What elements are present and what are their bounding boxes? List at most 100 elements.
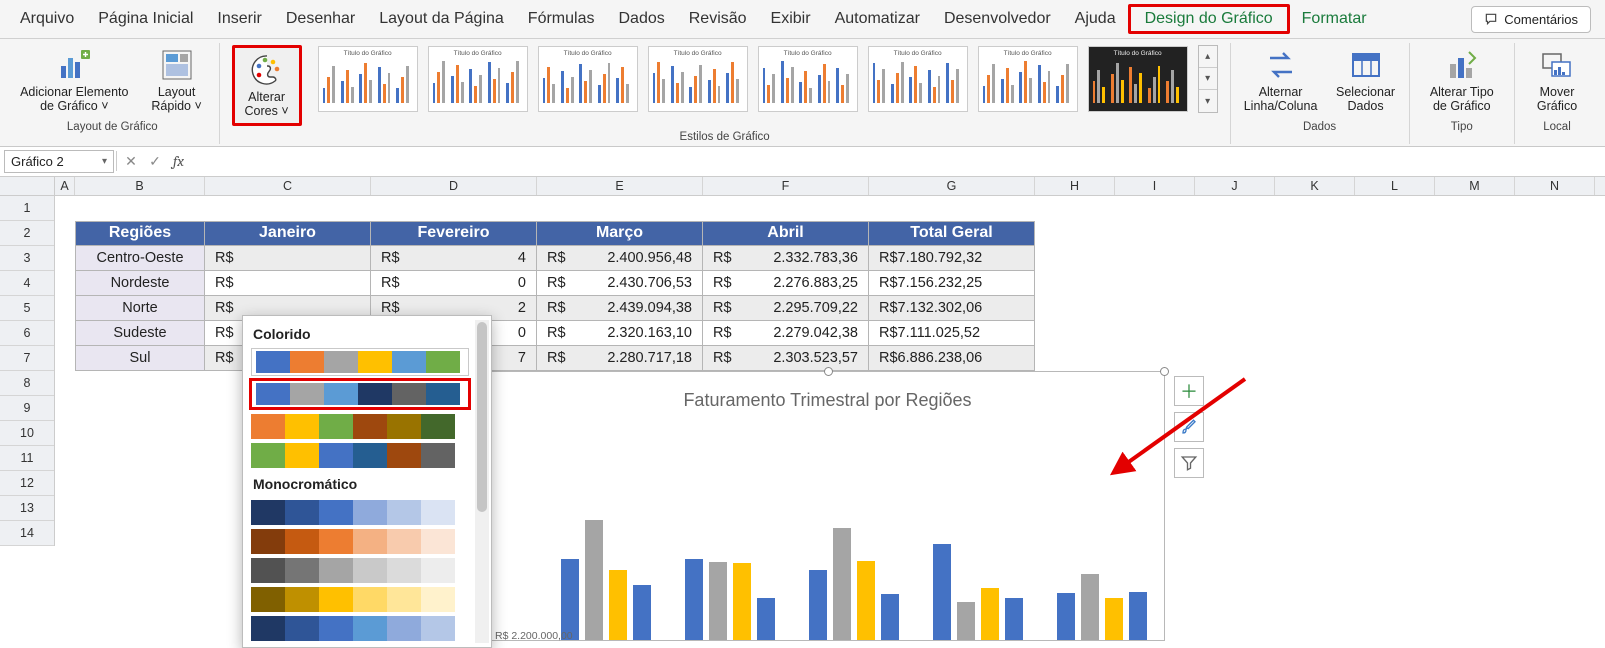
color-swatch[interactable] xyxy=(421,529,455,554)
name-box[interactable]: Gráfico 2 xyxy=(4,150,114,173)
styles-scroll[interactable]: ▴ ▾ ▾ xyxy=(1198,45,1218,113)
chart-bar[interactable] xyxy=(609,570,627,640)
color-swatch[interactable] xyxy=(421,500,455,525)
color-swatch[interactable] xyxy=(353,529,387,554)
color-swatch[interactable] xyxy=(392,351,426,373)
tab-layout-pagina[interactable]: Layout da Página xyxy=(367,4,516,34)
color-swatch[interactable] xyxy=(324,351,358,373)
color-swatch[interactable] xyxy=(319,587,353,612)
row-header-2[interactable]: 2 xyxy=(0,221,54,246)
table-cell[interactable]: R$2.332.783,36 xyxy=(703,246,869,271)
palette-row[interactable] xyxy=(247,441,487,470)
chart-style-4[interactable]: Título do Gráfico xyxy=(648,46,748,112)
chart-filter-button[interactable] xyxy=(1174,448,1204,478)
change-colors-button[interactable]: Alterar Cores ˅ xyxy=(237,50,297,121)
col-header-G[interactable]: G xyxy=(869,177,1035,195)
embedded-chart[interactable]: Faturamento Trimestral por Regiões R$ 2.… xyxy=(490,371,1165,641)
color-swatch[interactable] xyxy=(387,443,421,468)
color-swatch[interactable] xyxy=(387,500,421,525)
chart-bar[interactable] xyxy=(733,563,751,640)
color-swatch[interactable] xyxy=(290,351,324,373)
palette-row[interactable] xyxy=(247,585,487,614)
palette-row[interactable] xyxy=(247,527,487,556)
chart-bar[interactable] xyxy=(1005,598,1023,640)
add-chart-element-button[interactable]: Adicionar Elemento de Gráfico ˅ xyxy=(18,45,131,116)
palette-row[interactable] xyxy=(247,614,487,643)
color-swatch[interactable] xyxy=(358,351,392,373)
styles-scroll-up[interactable]: ▴ xyxy=(1199,46,1217,68)
row-header-14[interactable]: 14 xyxy=(0,521,54,546)
color-swatch[interactable] xyxy=(251,443,285,468)
chart-bar[interactable] xyxy=(857,561,875,640)
col-header-B[interactable]: B xyxy=(75,177,205,195)
color-swatch[interactable] xyxy=(251,616,285,641)
row-header-5[interactable]: 5 xyxy=(0,296,54,321)
palette-row[interactable] xyxy=(247,412,487,441)
row-header-4[interactable]: 4 xyxy=(0,271,54,296)
chart-bar[interactable] xyxy=(981,588,999,639)
table-cell[interactable]: R$2.303.523,57 xyxy=(703,346,869,371)
row-header-1[interactable]: 1 xyxy=(0,196,54,221)
chart-handle-tr[interactable] xyxy=(1160,367,1169,376)
table-cell[interactable]: R$7.180.792,32 xyxy=(869,246,1035,271)
col-header-K[interactable]: K xyxy=(1275,177,1355,195)
table-cell[interactable]: R$7.132.302,06 xyxy=(869,296,1035,321)
col-header-E[interactable]: E xyxy=(537,177,703,195)
tab-desenhar[interactable]: Desenhar xyxy=(274,4,367,34)
color-swatch[interactable] xyxy=(387,529,421,554)
color-swatch[interactable] xyxy=(256,351,290,373)
color-swatch[interactable] xyxy=(421,616,455,641)
color-swatch[interactable] xyxy=(421,414,455,439)
color-swatch[interactable] xyxy=(392,383,426,405)
tab-dados[interactable]: Dados xyxy=(606,4,676,34)
tab-arquivo[interactable]: Arquivo xyxy=(8,4,86,34)
palette-row[interactable] xyxy=(247,498,487,527)
change-chart-type-button[interactable]: Alterar Tipo de Gráfico xyxy=(1422,45,1502,116)
color-swatch[interactable] xyxy=(421,558,455,583)
row-header-6[interactable]: 6 xyxy=(0,321,54,346)
table-cell[interactable]: R$2.276.883,25 xyxy=(703,271,869,296)
col-header-C[interactable]: C xyxy=(205,177,371,195)
table-cell-region[interactable]: Sul xyxy=(75,346,205,371)
row-header-12[interactable]: 12 xyxy=(0,471,54,496)
color-swatch[interactable] xyxy=(319,616,353,641)
col-header-A[interactable]: A xyxy=(55,177,75,195)
table-cell[interactable]: R$6.886.238,06 xyxy=(869,346,1035,371)
table-cell[interactable]: R$7.111.025,52 xyxy=(869,321,1035,346)
chart-plot-area[interactable] xyxy=(561,442,1154,640)
chart-style-8[interactable]: Título do Gráfico xyxy=(1088,46,1188,112)
chart-brush-button[interactable] xyxy=(1174,412,1204,442)
row-header-10[interactable]: 10 xyxy=(0,421,54,446)
switch-row-column-button[interactable]: Alternar Linha/Coluna xyxy=(1243,45,1319,116)
color-swatch[interactable] xyxy=(319,414,353,439)
col-header-L[interactable]: L xyxy=(1355,177,1435,195)
styles-scroll-down[interactable]: ▾ xyxy=(1199,68,1217,90)
tab-formulas[interactable]: Fórmulas xyxy=(516,4,607,34)
color-swatch[interactable] xyxy=(251,558,285,583)
color-swatch[interactable] xyxy=(319,500,353,525)
confirm-formula-button[interactable]: ✓ xyxy=(143,153,167,170)
chart-style-7[interactable]: Título do Gráfico xyxy=(978,46,1078,112)
color-swatch[interactable] xyxy=(290,383,324,405)
table-cell[interactable]: R$4 xyxy=(371,246,537,271)
col-header-F[interactable]: F xyxy=(703,177,869,195)
chart-handle-top[interactable] xyxy=(824,367,833,376)
select-data-button[interactable]: Selecionar Dados xyxy=(1335,45,1397,116)
color-swatch[interactable] xyxy=(387,587,421,612)
color-swatch[interactable] xyxy=(353,587,387,612)
row-header-9[interactable]: 9 xyxy=(0,396,54,421)
chart-title[interactable]: Faturamento Trimestral por Regiões xyxy=(491,372,1164,421)
row-header-11[interactable]: 11 xyxy=(0,446,54,471)
tab-automatizar[interactable]: Automatizar xyxy=(823,4,932,34)
color-swatch[interactable] xyxy=(426,383,460,405)
chart-bar[interactable] xyxy=(561,559,579,640)
table-cell[interactable]: R$ xyxy=(205,246,371,271)
table-cell-region[interactable]: Norte xyxy=(75,296,205,321)
table-cell[interactable]: R$2.320.163,10 xyxy=(537,321,703,346)
chart-style-3[interactable]: Título do Gráfico xyxy=(538,46,638,112)
color-swatch[interactable] xyxy=(358,383,392,405)
chart-bar[interactable] xyxy=(957,602,975,639)
color-swatch[interactable] xyxy=(387,616,421,641)
color-swatch[interactable] xyxy=(353,500,387,525)
chart-bar[interactable] xyxy=(585,520,603,640)
